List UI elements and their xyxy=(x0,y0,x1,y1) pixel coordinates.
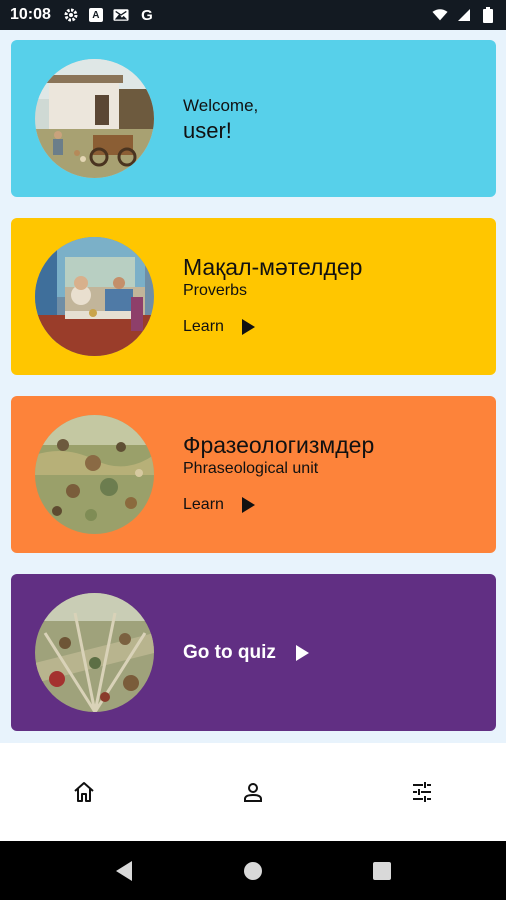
phraseology-learn-label: Learn xyxy=(183,496,224,513)
wifi-icon xyxy=(432,7,448,23)
tune-icon xyxy=(412,782,431,802)
welcome-painting-avatar xyxy=(35,59,154,178)
proverbs-subtitle: Proverbs xyxy=(183,282,248,299)
person-icon xyxy=(244,783,262,802)
go-to-quiz-button[interactable]: Go to quiz xyxy=(183,642,309,664)
welcome-username: user! xyxy=(183,118,232,143)
play-arrow-icon xyxy=(241,497,255,513)
nav-settings[interactable] xyxy=(337,743,506,841)
proverbs-painting-avatar xyxy=(35,237,154,356)
cellular-signal-icon xyxy=(456,7,472,23)
recents-icon xyxy=(372,861,391,880)
back-button[interactable] xyxy=(104,851,144,891)
gallery-icon xyxy=(113,7,129,23)
bottom-navigation xyxy=(0,743,506,841)
settings-gear-icon xyxy=(63,7,79,23)
status-bar: 10:08 A G xyxy=(0,0,506,30)
go-to-quiz-label: Go to quiz xyxy=(183,642,276,663)
proverbs-learn-label: Learn xyxy=(183,318,224,335)
home-content: Welcome, user! Мақал-мәтелдер Proverbs L… xyxy=(0,30,506,743)
phraseology-learn-button[interactable]: Learn xyxy=(183,496,255,514)
system-navigation-bar xyxy=(0,841,506,900)
welcome-greeting: Welcome, xyxy=(183,96,259,115)
status-system-icons xyxy=(432,7,496,23)
play-arrow-icon xyxy=(241,319,255,335)
nav-profile[interactable] xyxy=(169,743,338,841)
quiz-card[interactable]: Go to quiz xyxy=(11,574,496,731)
quiz-painting-avatar xyxy=(35,593,154,712)
home-icon xyxy=(74,782,94,802)
proverbs-card[interactable]: Мақал-мәтелдер Proverbs Learn xyxy=(11,218,496,375)
battery-icon xyxy=(480,7,496,23)
recents-button[interactable] xyxy=(362,851,402,891)
nav-home[interactable] xyxy=(0,743,169,841)
home-system-button[interactable] xyxy=(233,851,273,891)
proverbs-learn-button[interactable]: Learn xyxy=(183,318,255,336)
status-time: 10:08 xyxy=(10,6,51,23)
status-notification-icons: A G xyxy=(63,6,155,24)
google-g-icon: G xyxy=(141,6,153,24)
back-icon xyxy=(116,860,133,881)
phraseology-card[interactable]: Фразеологизмдер Phraseological unit Lear… xyxy=(11,396,496,553)
play-arrow-icon xyxy=(295,645,309,661)
phraseology-painting-avatar xyxy=(35,415,154,534)
home-circle-icon xyxy=(243,861,262,880)
phraseology-subtitle: Phraseological unit xyxy=(183,460,319,477)
a-app-icon: A xyxy=(88,8,103,22)
welcome-card: Welcome, user! xyxy=(11,40,496,197)
proverbs-title: Мақал-мәтелдер xyxy=(183,254,363,280)
phraseology-title: Фразеологизмдер xyxy=(183,432,375,458)
